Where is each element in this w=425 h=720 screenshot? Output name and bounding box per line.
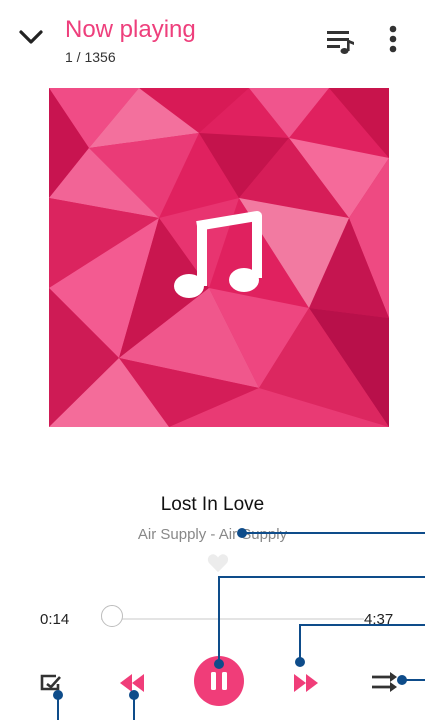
elapsed-time: 0:14 [40,611,70,628]
album-art [49,88,389,427]
chevron-down-icon [19,30,43,44]
favorite-button[interactable] [207,553,229,578]
seek-thumb[interactable] [101,605,123,627]
heart-icon [207,554,229,573]
seek-bar[interactable] [101,618,364,620]
fast-forward-button[interactable] [292,672,320,699]
artist-album: Air Supply - Air Supply [137,526,288,543]
queue-button[interactable] [325,27,355,60]
collapse-button[interactable] [18,28,44,51]
fast-forward-icon [294,674,318,692]
shuffle-icon [372,672,397,692]
page-title: Now playing [65,16,196,43]
queue-icon [327,31,354,54]
more-options-button[interactable] [385,24,401,61]
music-note-icon [174,211,262,298]
more-vert-icon [389,25,397,53]
track-position: 1 / 1356 [65,49,116,65]
song-title: Lost In Love [160,494,265,515]
shuffle-button[interactable] [370,670,398,699]
